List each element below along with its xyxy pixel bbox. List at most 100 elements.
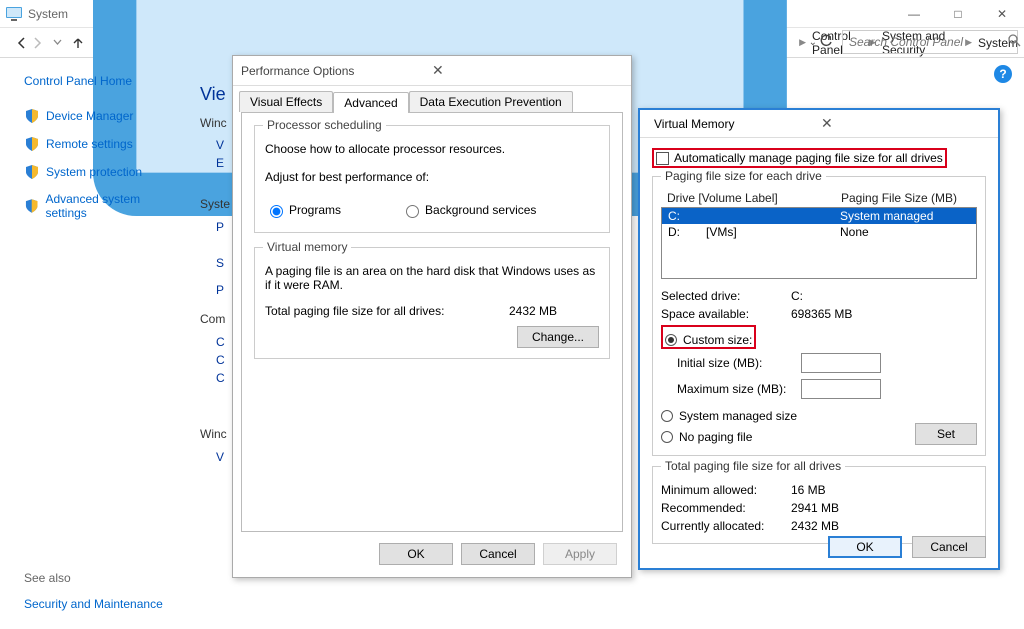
radio-background-services[interactable]: Background services <box>401 202 536 218</box>
drive-size: System managed <box>840 209 970 223</box>
sidebar-item[interactable]: Device Manager <box>24 108 180 124</box>
set-button[interactable]: Set <box>915 423 977 445</box>
radio-label: Custom size: <box>683 333 752 347</box>
cancel-button[interactable]: Cancel <box>912 536 986 558</box>
ok-button[interactable]: OK <box>828 536 902 558</box>
truncated-text: Winc <box>200 116 227 130</box>
nav-back-button[interactable] <box>14 32 29 54</box>
left-panel: Control Panel Home Device Manager Remote… <box>0 58 198 629</box>
virtual-memory-group: Virtual memory A paging file is an area … <box>254 247 610 359</box>
dialog-title: Virtual Memory <box>654 117 813 131</box>
min-allowed-label: Minimum allowed: <box>661 483 791 497</box>
ok-button[interactable]: OK <box>379 543 453 565</box>
close-button[interactable]: ✕ <box>980 0 1024 28</box>
recommended-label: Recommended: <box>661 501 791 515</box>
refresh-button[interactable] <box>816 34 836 51</box>
currently-allocated-label: Currently allocated: <box>661 519 791 533</box>
nav-forward-button[interactable] <box>29 32 44 54</box>
auto-manage-row[interactable]: Automatically manage paging file size fo… <box>652 148 947 168</box>
security-maintenance-link[interactable]: Security and Maintenance <box>24 597 163 611</box>
see-also-section: See also Security and Maintenance <box>24 571 163 611</box>
truncated-text: V <box>216 138 224 152</box>
drive-letter: C: <box>668 209 706 223</box>
apply-button[interactable]: Apply <box>543 543 617 565</box>
tab-dep[interactable]: Data Execution Prevention <box>409 91 573 112</box>
sidebar-item[interactable]: Remote settings <box>24 136 180 152</box>
search-input[interactable] <box>847 34 1008 50</box>
monitor-icon <box>6 7 22 21</box>
adjust-label: Adjust for best performance of: <box>265 170 599 184</box>
sidebar-item[interactable]: System protection <box>24 164 180 180</box>
radio-no-paging-file[interactable]: No paging file <box>661 430 915 444</box>
total-paging-value: 2432 MB <box>509 304 599 318</box>
group-legend: Virtual memory <box>263 240 351 254</box>
maximum-size-label: Maximum size (MB): <box>677 382 795 396</box>
radio-input[interactable] <box>270 205 283 218</box>
truncated-text: S <box>216 256 224 270</box>
truncated-text: P <box>216 220 224 234</box>
drive-row[interactable]: D: [VMs] None <box>662 224 976 240</box>
truncated-text: Syste <box>200 197 230 211</box>
auto-manage-label: Automatically manage paging file size fo… <box>674 151 943 165</box>
shield-icon <box>24 108 40 124</box>
truncated-text: C <box>216 335 225 349</box>
search-box[interactable] <box>842 30 1018 54</box>
size-col-header: Paging File Size (MB) <box>841 191 971 205</box>
nav-up-button[interactable] <box>70 32 85 54</box>
initial-size-label: Initial size (MB): <box>677 356 795 370</box>
cancel-button[interactable]: Cancel <box>461 543 535 565</box>
truncated-text: Com <box>200 312 225 326</box>
radio-label: System managed size <box>679 409 797 423</box>
drive-col-header: Drive [Volume Label] <box>667 191 841 205</box>
dialog-titlebar[interactable]: Performance Options ✕ <box>233 56 631 86</box>
minimize-button[interactable]: — <box>892 0 936 28</box>
maximum-size-input[interactable] <box>801 379 881 399</box>
total-paging-label: Total paging file size for all drives: <box>265 304 509 318</box>
truncated-text: Winc <box>200 427 227 441</box>
search-icon[interactable] <box>1008 34 1021 50</box>
initial-size-input[interactable] <box>801 353 881 373</box>
selected-drive-value: C: <box>791 289 803 303</box>
drive-label: [VMs] <box>706 225 840 239</box>
truncated-text: C <box>216 353 225 367</box>
total-paging-group: Total paging file size for all drives Mi… <box>652 466 986 544</box>
remote-settings-link[interactable]: Remote settings <box>46 137 133 151</box>
radio-custom-size[interactable]: Custom size: <box>665 333 752 347</box>
dialog-title: Performance Options <box>241 64 424 78</box>
close-icon[interactable]: ✕ <box>424 62 623 79</box>
advanced-settings-link[interactable]: Advanced system settings <box>45 192 180 220</box>
group-description: Choose how to allocate processor resourc… <box>265 142 599 156</box>
radio-programs[interactable]: Programs <box>265 202 341 218</box>
control-panel-home-link[interactable]: Control Panel Home <box>24 74 180 88</box>
nav-row: ▶ Control Panel ▶ System and Security ▶ … <box>0 28 1024 58</box>
tab-advanced[interactable]: Advanced <box>333 92 408 113</box>
close-icon[interactable]: ✕ <box>813 115 988 132</box>
drive-row[interactable]: C: System managed <box>662 208 976 224</box>
shield-icon <box>24 136 40 152</box>
tab-visual-effects[interactable]: Visual Effects <box>239 91 333 112</box>
drive-size: None <box>840 225 970 239</box>
tab-body: Processor scheduling Choose how to alloc… <box>241 112 623 532</box>
group-legend: Total paging file size for all drives <box>661 459 845 473</box>
truncated-text: E <box>216 156 224 170</box>
dialog-titlebar[interactable]: Virtual Memory ✕ <box>640 110 998 138</box>
change-button[interactable]: Change... <box>517 326 599 348</box>
see-also-label: See also <box>24 571 163 585</box>
radio-system-managed[interactable]: System managed size <box>661 409 977 423</box>
system-protection-link[interactable]: System protection <box>46 165 142 179</box>
drive-table[interactable]: C: System managed D: [VMs] None <box>661 207 977 279</box>
performance-options-dialog: Performance Options ✕ Visual Effects Adv… <box>232 55 632 578</box>
radio-input[interactable] <box>406 205 419 218</box>
auto-manage-checkbox[interactable] <box>656 152 669 165</box>
radio-label: Programs <box>289 203 341 217</box>
sidebar-item[interactable]: Advanced system settings <box>24 192 180 220</box>
help-icon[interactable]: ? <box>994 65 1012 83</box>
space-available-value: 698365 MB <box>791 307 852 321</box>
recommended-value: 2941 MB <box>791 501 839 515</box>
maximize-button[interactable]: □ <box>936 0 980 28</box>
min-allowed-value: 16 MB <box>791 483 826 497</box>
recent-dropdown[interactable] <box>45 36 70 50</box>
radio-label: No paging file <box>679 430 752 444</box>
truncated-text: C <box>216 371 225 385</box>
device-manager-link[interactable]: Device Manager <box>46 109 133 123</box>
